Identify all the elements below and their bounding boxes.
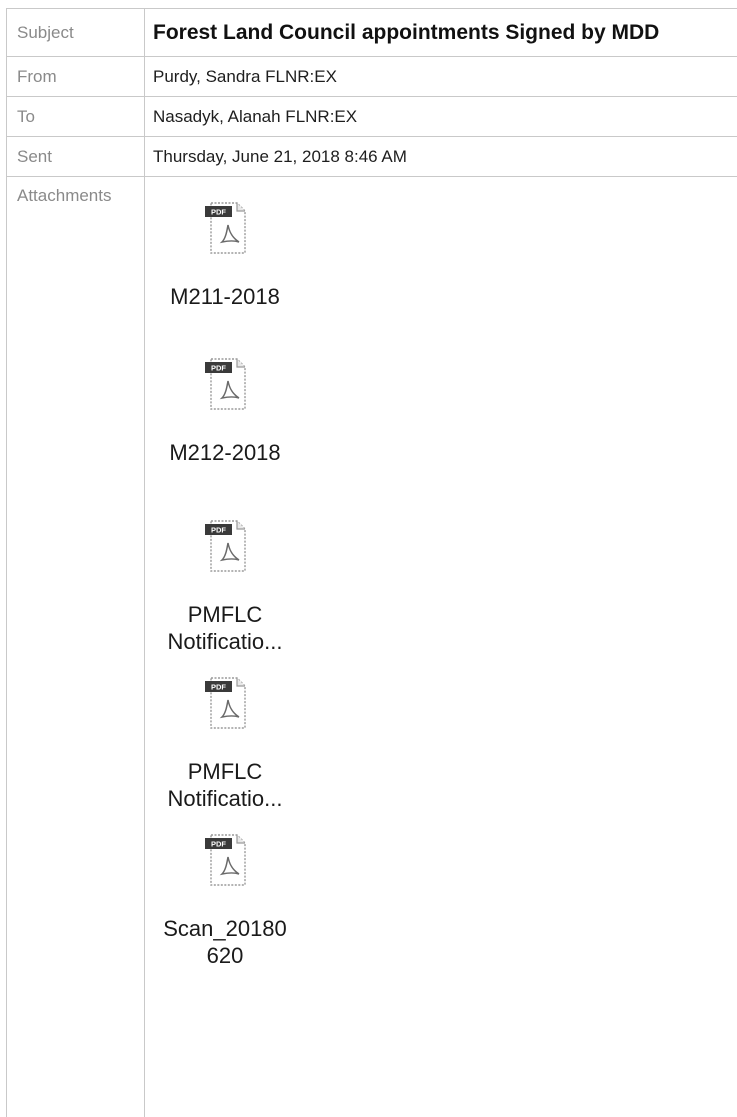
attachment-name: PMFLC Notificatio... [167, 602, 283, 654]
subject-row: Subject Forest Land Council appointments… [7, 9, 737, 57]
pdf-badge: PDF [211, 683, 226, 692]
pdf-file-icon: PDF [205, 202, 246, 254]
attachment-name: M212-2018 [169, 440, 281, 465]
attachments-list: PDF M211-2018 PDF M212-2018 PDF PMFLC No… [145, 177, 737, 1117]
sent-label: Sent [7, 137, 145, 176]
attachments-row: Attachments PDF M211-2018 PDF M212-2018 … [7, 177, 737, 1117]
attachment-item[interactable]: PDF PMFLC Notificatio... [145, 672, 305, 812]
pdf-badge: PDF [211, 364, 226, 373]
pdf-file-icon: PDF [205, 834, 246, 886]
pdf-badge: PDF [211, 840, 226, 849]
from-label: From [7, 57, 145, 96]
attachment-name: PMFLC Notificatio... [167, 759, 283, 811]
pdf-file-icon: PDF [205, 358, 246, 410]
to-label: To [7, 97, 145, 136]
attachments-label: Attachments [7, 177, 145, 1117]
pdf-badge: PDF [211, 526, 226, 535]
attachment-name: Scan_20180 620 [163, 916, 287, 968]
attachment-item[interactable]: PDF Scan_20180 620 [145, 829, 305, 969]
attachment-item[interactable]: PDF PMFLC Notificatio... [145, 515, 305, 655]
from-value[interactable]: Purdy, Sandra FLNR:EX [145, 57, 737, 96]
attachment-name: M211-2018 [170, 284, 280, 309]
attachment-item[interactable]: PDF M211-2018 [145, 197, 305, 310]
sent-value: Thursday, June 21, 2018 8:46 AM [153, 146, 407, 166]
to-value[interactable]: Nasadyk, Alanah FLNR:EX [145, 97, 737, 136]
subject-value: Forest Land Council appointments Signed … [153, 20, 660, 44]
from-row: From Purdy, Sandra FLNR:EX [7, 57, 737, 97]
pdf-badge: PDF [211, 208, 226, 217]
to-row: To Nasadyk, Alanah FLNR:EX [7, 97, 737, 137]
subject-label: Subject [7, 9, 145, 56]
sent-row: Sent Thursday, June 21, 2018 8:46 AM [7, 137, 737, 177]
attachment-item[interactable]: PDF M212-2018 [145, 353, 305, 466]
pdf-file-icon: PDF [205, 677, 246, 729]
pdf-file-icon: PDF [205, 520, 246, 572]
email-header: Subject Forest Land Council appointments… [6, 8, 737, 1117]
